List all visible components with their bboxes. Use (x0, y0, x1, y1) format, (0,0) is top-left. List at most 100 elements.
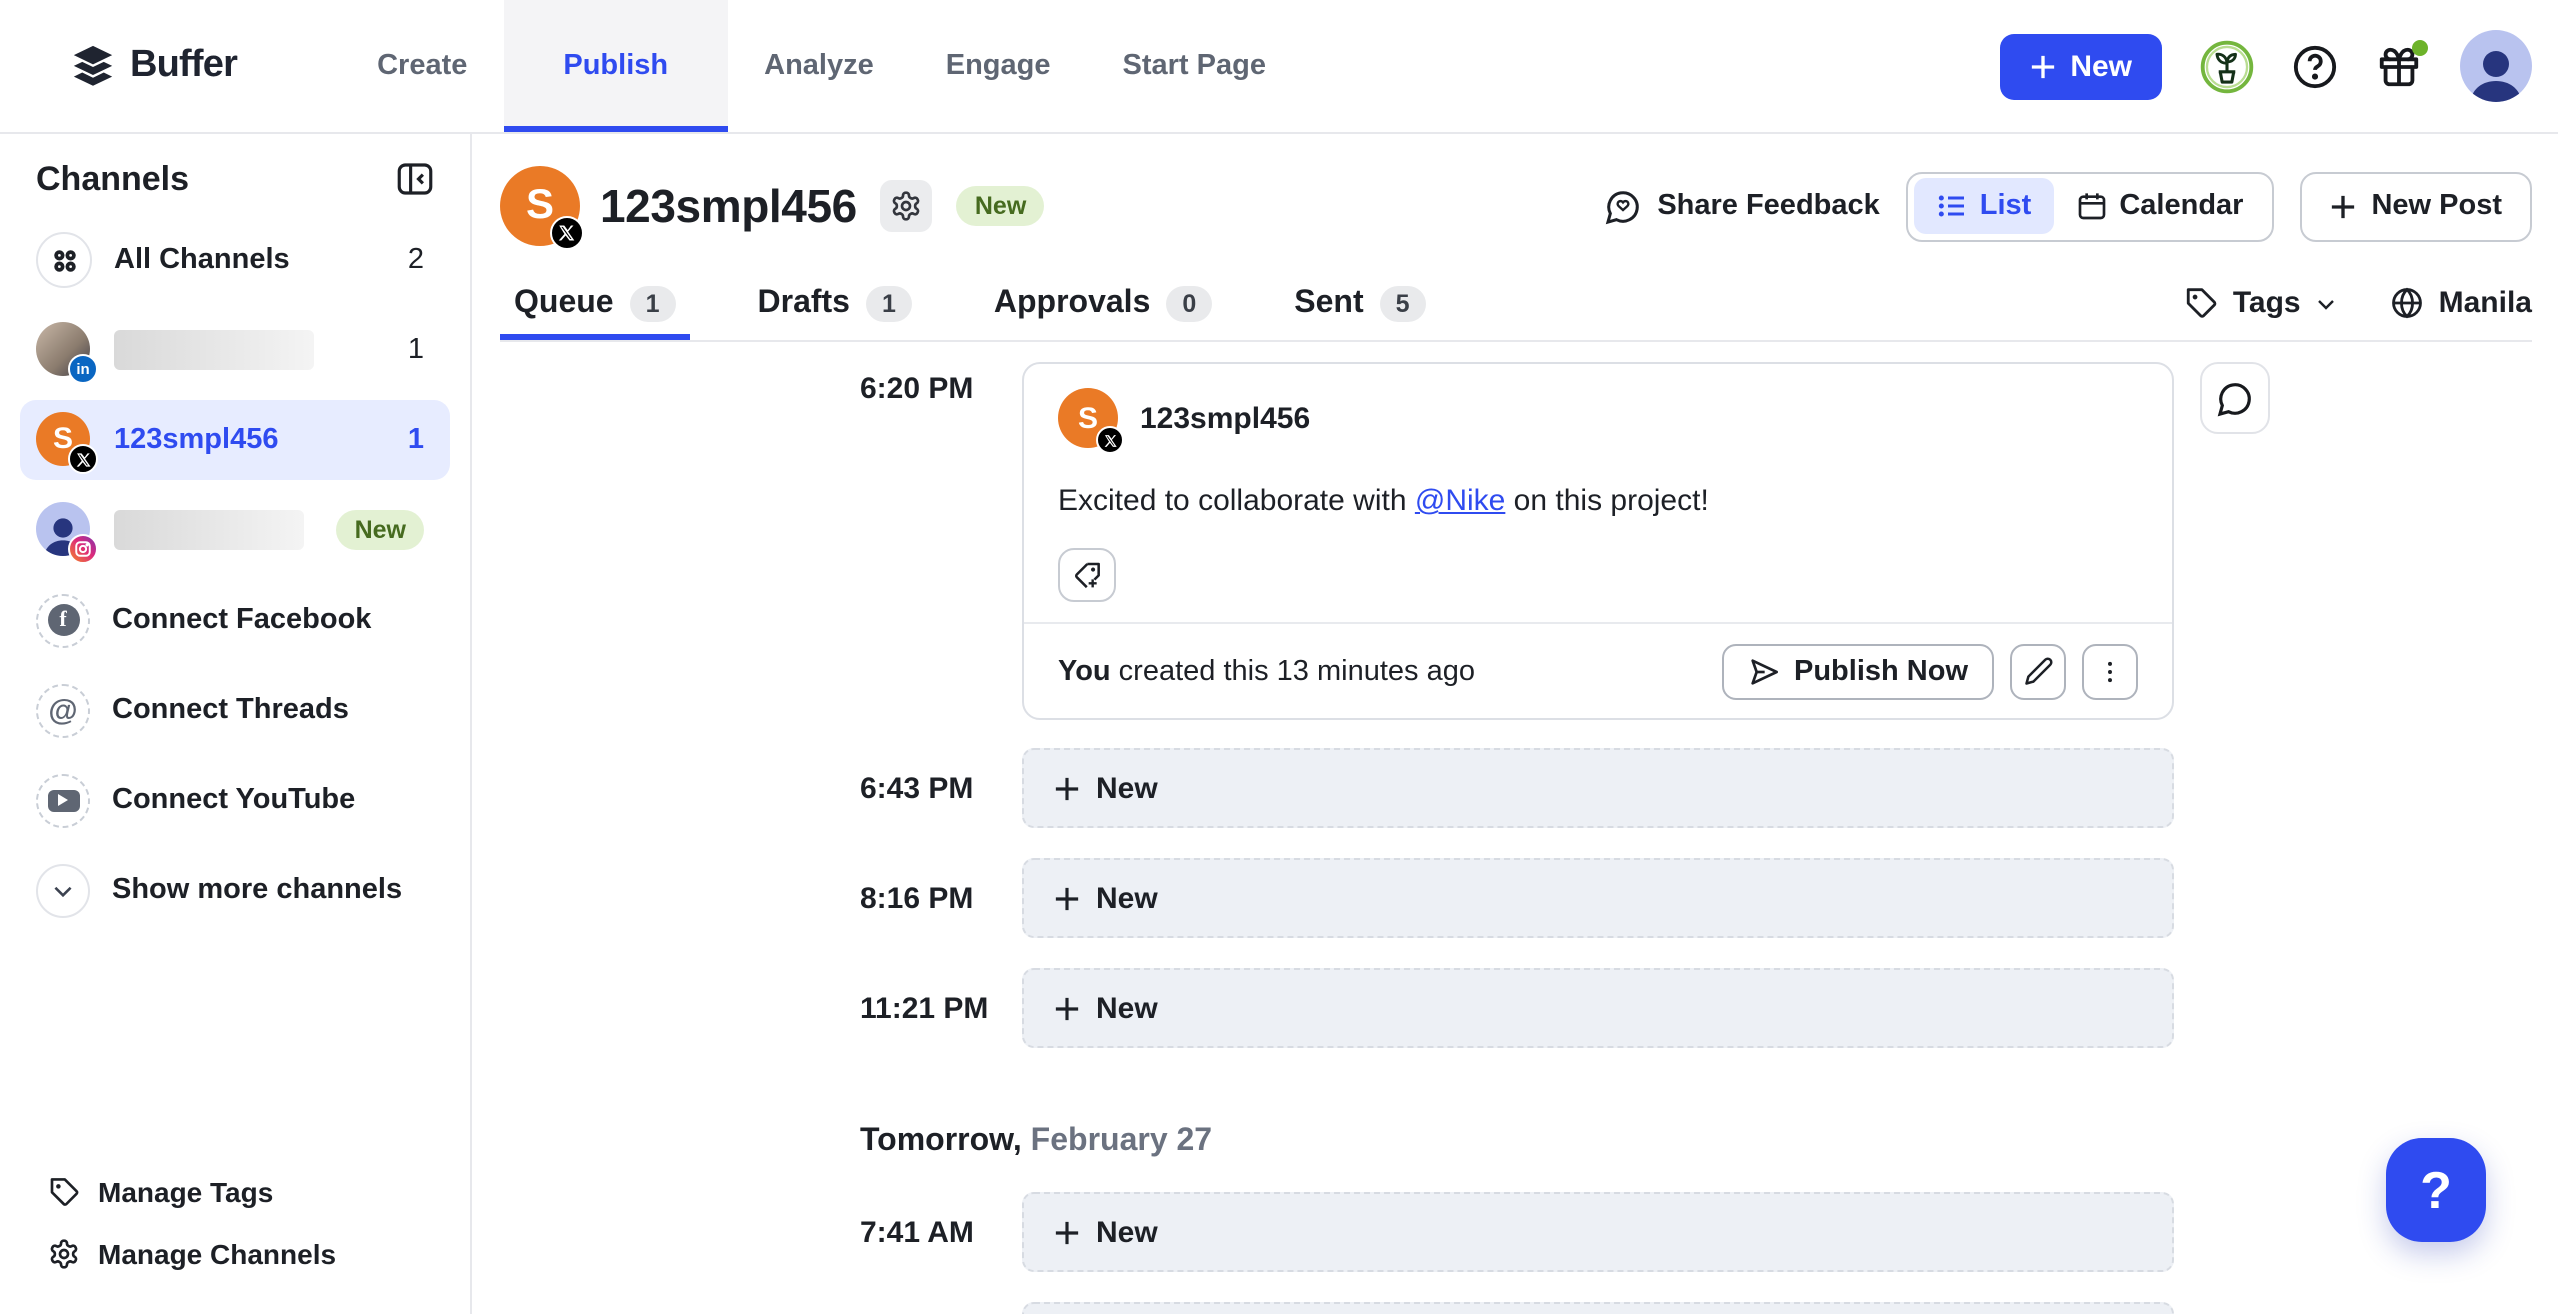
tab-approvals[interactable]: Approvals 0 (980, 266, 1226, 340)
queue-row-slot-partial (860, 1302, 2284, 1314)
tab-count: 1 (630, 285, 676, 321)
content-shell: Channels All Channels 2 (0, 134, 2558, 1314)
gift-notification-dot (2412, 39, 2428, 55)
tab-sent[interactable]: Sent 5 (1280, 266, 1439, 340)
sidebar-channel-instagram[interactable]: New (20, 490, 450, 570)
slot-time: 8:16 PM (860, 881, 1022, 915)
chevron-down-icon (36, 863, 90, 917)
buffer-app: Buffer Create Publish Analyze Engage Sta… (0, 0, 2558, 1314)
add-tag-button[interactable] (1058, 548, 1116, 602)
tab-count: 0 (1166, 285, 1212, 321)
page-title: 123smpl456 (600, 179, 857, 233)
list-icon (1936, 190, 1968, 222)
channels-sidebar: Channels All Channels 2 (0, 134, 472, 1314)
sidebar-title: Channels (36, 159, 189, 199)
tab-count: 5 (1380, 285, 1426, 321)
share-feedback-button[interactable]: Share Feedback (1603, 187, 1879, 225)
nav-item-engage[interactable]: Engage (910, 0, 1087, 132)
redacted-channel-name (114, 330, 314, 370)
new-post-slot[interactable]: New (1022, 858, 2174, 938)
help-fab-button[interactable]: ? (2386, 1138, 2486, 1242)
manage-channels-button[interactable]: Manage Channels (48, 1228, 434, 1280)
show-more-channels-button[interactable]: Show more channels (20, 850, 450, 930)
slot-time: 7:41 AM (860, 1215, 1022, 1249)
new-post-slot[interactable]: New (1022, 748, 2174, 828)
day-heading: Tomorrow, February 27 (860, 1124, 2284, 1160)
buffer-logo-icon (70, 43, 116, 89)
post-more-menu-button[interactable] (2082, 643, 2138, 699)
connect-facebook-button[interactable]: f Connect Facebook (20, 580, 450, 660)
channel-count: 1 (408, 424, 424, 456)
plus-icon (2329, 193, 2355, 219)
channel-new-badge: New (337, 510, 424, 550)
queue-row-post: 6:20 PM S 123smpl456 Exc (860, 362, 2284, 720)
sidebar-item-all-channels[interactable]: All Channels 2 (20, 220, 450, 300)
tags-filter-dropdown[interactable]: Tags (2185, 286, 2339, 320)
gift-icon[interactable] (2376, 43, 2422, 89)
slot-time: 11:21 PM (860, 991, 1022, 1025)
channel-avatar: S (500, 166, 580, 246)
publish-now-button[interactable]: Publish Now (1722, 643, 1994, 699)
globe-icon (2391, 286, 2425, 320)
list-view-toggle[interactable]: List (1914, 178, 2054, 234)
x-badge-icon (550, 216, 584, 250)
sidebar-channel-linkedin[interactable]: in 1 (20, 310, 450, 390)
sidebar-footer: Manage Tags Manage Channels (0, 1166, 470, 1290)
nav-item-publish[interactable]: Publish (503, 0, 728, 132)
mention-link[interactable]: @Nike (1415, 484, 1505, 518)
plant-icon[interactable] (2200, 39, 2254, 93)
buffer-logo[interactable]: Buffer (0, 0, 237, 132)
edit-post-button[interactable] (2010, 643, 2066, 699)
instagram-badge-icon (68, 534, 98, 564)
post-text: Excited to collaborate with @Nike on thi… (1058, 480, 2138, 522)
plus-icon (1054, 775, 1080, 801)
feedback-icon (1603, 187, 1641, 225)
tab-count: 1 (866, 285, 912, 321)
slot-time: 6:43 PM (860, 771, 1022, 805)
post-card: S 123smpl456 Excited to collaborate with… (1022, 362, 2174, 720)
new-button[interactable]: New (2000, 33, 2162, 99)
all-channels-label: All Channels (114, 244, 290, 276)
connect-youtube-button[interactable]: Connect YouTube (20, 760, 450, 840)
manage-tags-button[interactable]: Manage Tags (48, 1166, 434, 1218)
plus-icon (1054, 995, 1080, 1021)
top-nav: Buffer Create Publish Analyze Engage Sta… (0, 0, 2558, 134)
new-post-slot[interactable]: New (1022, 968, 2174, 1048)
help-icon[interactable] (2292, 43, 2338, 89)
timezone-selector[interactable]: Manila (2391, 286, 2532, 320)
primary-nav: Create Publish Analyze Engage Start Page (341, 0, 1302, 132)
sidebar-channel-123smpl456[interactable]: S 123smpl456 1 (20, 400, 450, 480)
plus-icon (2030, 53, 2056, 79)
x-badge-icon (68, 444, 98, 474)
post-comment-button[interactable] (2200, 362, 2270, 434)
facebook-icon: f (36, 593, 90, 647)
connect-threads-button[interactable]: @ Connect Threads (20, 670, 450, 750)
nav-item-analyze[interactable]: Analyze (728, 0, 910, 132)
new-post-slot[interactable]: New (1022, 1192, 2174, 1272)
post-author-avatar: S (1058, 388, 1118, 448)
channel-count: 1 (408, 334, 424, 366)
plus-icon (1054, 885, 1080, 911)
nav-item-create[interactable]: Create (341, 0, 503, 132)
nav-item-start-page[interactable]: Start Page (1087, 0, 1302, 132)
youtube-icon (36, 773, 90, 827)
gear-icon (48, 1238, 80, 1270)
x-badge-icon (1096, 426, 1124, 454)
post-footer: You created this 13 minutes ago Publish … (1024, 622, 2172, 718)
account-avatar[interactable] (2460, 30, 2532, 102)
post-meta: You created this 13 minutes ago (1058, 655, 1475, 687)
calendar-view-toggle[interactable]: Calendar (2053, 178, 2265, 234)
queue-row-slot: 7:41 AM New (860, 1192, 2284, 1272)
channel-settings-button[interactable] (881, 180, 933, 232)
tab-queue[interactable]: Queue 1 (500, 266, 690, 340)
collapse-sidebar-icon[interactable] (394, 158, 436, 200)
tag-icon (2185, 286, 2219, 320)
new-post-button[interactable]: New Post (2299, 171, 2532, 241)
slot-time: 6:20 PM (860, 362, 1022, 406)
queue-row-slot: 8:16 PM New (860, 858, 2284, 938)
send-icon (1748, 655, 1780, 687)
all-channels-count: 2 (408, 244, 424, 276)
new-post-slot[interactable] (1022, 1302, 2174, 1314)
tab-drafts[interactable]: Drafts 1 (744, 266, 926, 340)
publish-main: S 123smpl456 New (472, 134, 2558, 1314)
